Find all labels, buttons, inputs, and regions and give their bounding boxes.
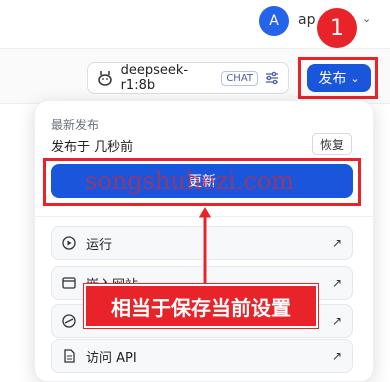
embed-icon — [62, 277, 76, 289]
model-type-badge: CHAT — [221, 70, 258, 86]
avatar-letter: A — [269, 13, 279, 29]
play-icon — [62, 236, 76, 250]
username[interactable]: ap — [298, 12, 315, 28]
user-avatar[interactable]: A — [259, 6, 289, 36]
restore-button[interactable]: 恢复 — [312, 133, 352, 155]
publish-label: 发布 — [318, 71, 347, 87]
action-label: 访问 API — [86, 350, 137, 366]
chevron-down-icon: ⌄ — [350, 71, 360, 85]
chevron-down-icon[interactable]: ⌄ — [362, 12, 371, 25]
llama-icon — [96, 68, 115, 88]
arrow-up-right-icon: ↗ — [331, 349, 342, 363]
annotation-callout: 相当于保存当前设置 — [84, 284, 318, 328]
step-number-badge: 1 — [317, 8, 357, 48]
arrow-up-right-icon: ↗ — [331, 314, 342, 328]
arrow-up-right-icon: ↗ — [331, 276, 342, 290]
model-selector[interactable]: deepseek-r1:8b CHAT — [87, 62, 289, 94]
annotation-arrow — [198, 206, 212, 292]
publish-button[interactable]: 发布 ⌄ — [307, 64, 371, 92]
action-access-api[interactable]: 访问 API ↗ — [51, 339, 353, 373]
sliders-icon[interactable] — [264, 70, 280, 86]
published-time: 发布于 几秒前 — [51, 140, 134, 155]
explore-icon — [62, 314, 76, 328]
model-name: deepseek-r1:8b — [120, 63, 189, 93]
action-label: 运行 — [86, 237, 113, 253]
arrow-up-right-icon: ↗ — [331, 236, 342, 250]
document-icon — [64, 349, 75, 363]
latest-publish-label: 最新发布 — [51, 118, 100, 132]
watermark: songshuhezi.com — [85, 167, 295, 195]
